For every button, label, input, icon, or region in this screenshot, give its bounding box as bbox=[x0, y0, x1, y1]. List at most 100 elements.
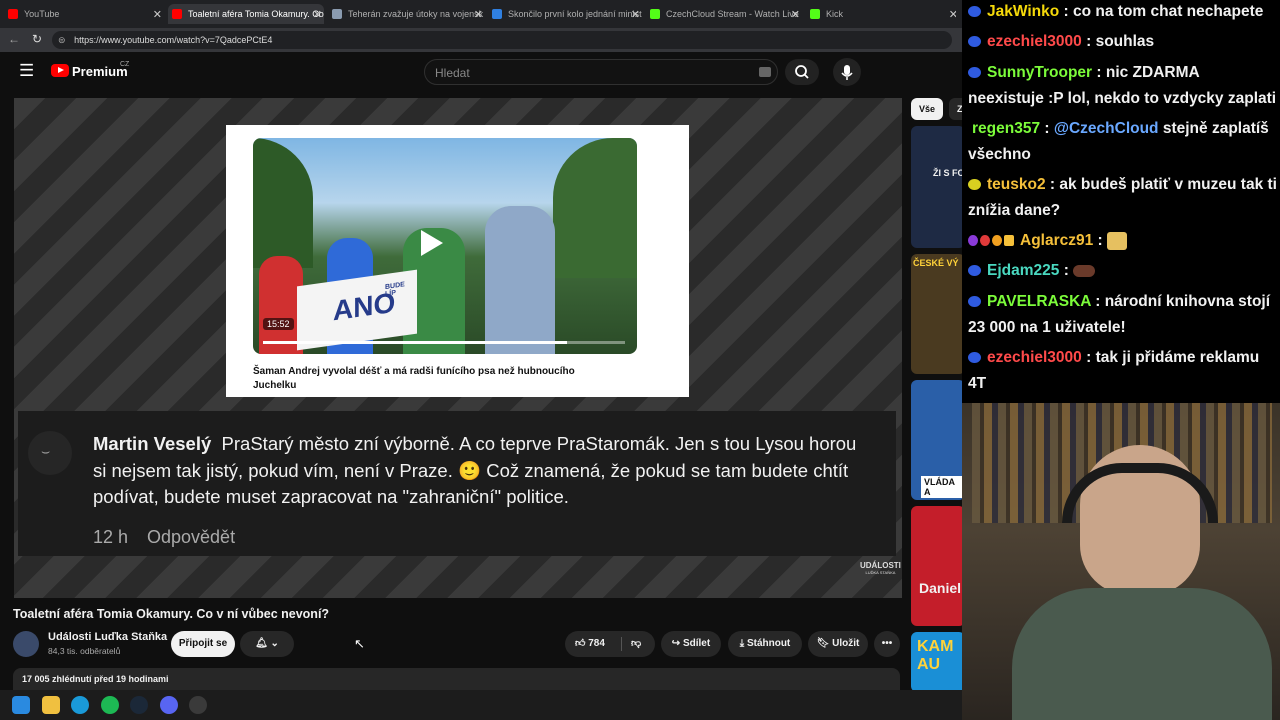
app-icon[interactable] bbox=[189, 696, 207, 714]
news-icon bbox=[492, 9, 502, 19]
subscriber-count: 84,3 tis. odběratelů bbox=[48, 646, 121, 656]
tab-news-teheran[interactable]: Teherán zvažuje útoky na vojensk ✕ bbox=[328, 4, 485, 24]
recommended-video-thumbnail[interactable]: ŽI S FO bbox=[911, 126, 962, 248]
microphone-icon bbox=[841, 65, 853, 80]
notifications-button[interactable]: 🔔︎ ⌄ bbox=[240, 631, 294, 657]
kick-icon bbox=[810, 9, 820, 19]
keyboard-icon[interactable] bbox=[759, 67, 771, 77]
badge-icon bbox=[980, 235, 990, 247]
menu-icon[interactable]: ☰ bbox=[19, 61, 34, 81]
recommended-video-thumbnail[interactable]: Daniel bbox=[911, 506, 962, 626]
tab-active-video[interactable]: Toaletní aféra Tomia Okamury. Co ✕ bbox=[168, 4, 324, 24]
avatar: ⌣ bbox=[28, 431, 72, 475]
youtube-header: ☰ Premium CZ Hledat bbox=[0, 52, 962, 92]
video-title: Toaletní aféra Tomia Okamury. Co v ní vů… bbox=[13, 607, 330, 621]
join-button[interactable]: Připojit se bbox=[171, 631, 235, 657]
progress-fill bbox=[263, 341, 568, 344]
spotify-icon[interactable] bbox=[101, 696, 119, 714]
chat-message: ezechiel3000 : souhlas bbox=[968, 29, 1278, 55]
youtube-icon bbox=[172, 9, 182, 19]
youtube-logo-icon[interactable] bbox=[51, 64, 69, 77]
sub-badge-icon bbox=[968, 179, 981, 191]
close-icon[interactable]: ✕ bbox=[791, 8, 800, 21]
duration-badge: 15:52 bbox=[263, 318, 294, 330]
like-count[interactable]: 784 bbox=[588, 638, 605, 649]
video-card: ANO BUDE LÍP 15:52 Šaman Andrej vyvolal … bbox=[226, 125, 689, 397]
reload-icon[interactable]: ↻ bbox=[32, 32, 42, 46]
share-button[interactable]: ↪ Sdílet bbox=[661, 631, 721, 657]
sub-badge-icon bbox=[968, 296, 981, 308]
chat-message: JakWinko : co na tom chat nechapete bbox=[968, 0, 1278, 25]
search-icon bbox=[795, 65, 809, 79]
save-button[interactable]: 🔖︎ Uložit bbox=[808, 631, 868, 657]
windows-start-icon[interactable] bbox=[12, 696, 30, 714]
chevron-down-icon: ⌄ bbox=[270, 638, 279, 649]
kick-icon bbox=[650, 9, 660, 19]
tab-youtube[interactable]: YouTube ✕ bbox=[4, 4, 164, 24]
channel-name[interactable]: Události Luďka Staňka bbox=[48, 631, 167, 643]
address-bar: ← ↻ ⊜ https://www.youtube.com/watch?v=7Q… bbox=[0, 28, 962, 52]
channel-avatar[interactable] bbox=[13, 631, 39, 657]
voice-search-button[interactable] bbox=[833, 58, 861, 86]
recommended-video-thumbnail[interactable]: KAM AU bbox=[911, 632, 962, 692]
sub-badge-icon bbox=[968, 6, 981, 18]
news-icon bbox=[332, 9, 342, 19]
video-thumbnail[interactable]: ANO BUDE LÍP 15:52 bbox=[253, 138, 637, 354]
search-button[interactable] bbox=[785, 59, 819, 85]
badge-icon bbox=[992, 235, 1002, 247]
share-icon: ↪ bbox=[671, 638, 681, 649]
steam-icon[interactable] bbox=[130, 696, 148, 714]
thumbs-up-icon[interactable]: 👍︎ bbox=[575, 638, 585, 649]
close-icon[interactable]: ✕ bbox=[153, 8, 162, 21]
sub-badge-icon bbox=[968, 67, 981, 79]
search-input[interactable]: Hledat bbox=[424, 59, 778, 85]
tab-czechcloud[interactable]: CzechCloud Stream - Watch Live ✕ bbox=[646, 4, 802, 24]
sub-badge-icon bbox=[968, 352, 981, 364]
crown-icon bbox=[1004, 235, 1014, 247]
comment-body: Martin Veselý PraStarý město zní výborně… bbox=[93, 431, 873, 511]
description-box[interactable]: 17 005 zhlédnutí před 19 hodinami bbox=[13, 668, 900, 690]
thumbs-down-icon[interactable]: 👎︎ bbox=[631, 631, 641, 657]
emoji-icon: 🙂 bbox=[458, 459, 482, 481]
bell-icon: 🔔︎ bbox=[255, 638, 268, 649]
site-info-icon[interactable]: ⊜ bbox=[58, 35, 66, 45]
recommended-video-thumbnail[interactable]: ČESKÉ VÝ bbox=[911, 254, 962, 374]
tree-shape bbox=[553, 138, 637, 278]
chat-message: ezechiel3000 : tak ji přidáme reklamu 4T bbox=[968, 349, 1260, 392]
chat-message: Aglarcz91 : bbox=[968, 228, 1278, 254]
mouse-cursor-icon: ↖ bbox=[354, 636, 365, 651]
download-button[interactable]: ⤓ Stáhnout bbox=[728, 631, 802, 657]
view-count: 17 005 zhlédnutí před 19 hodinami bbox=[22, 674, 169, 684]
edge-browser-icon[interactable] bbox=[71, 696, 89, 714]
comment-author: Martin Veselý bbox=[93, 433, 212, 454]
tab-news-jednani[interactable]: Skončilo první kolo jednání minist ✕ bbox=[488, 4, 642, 24]
video-player[interactable]: ANO BUDE LÍP 15:52 Šaman Andrej vyvolal … bbox=[14, 98, 902, 598]
recommended-video-thumbnail[interactable]: VLÁDA A bbox=[911, 380, 962, 500]
reply-button[interactable]: Odpovědět bbox=[147, 527, 235, 548]
close-icon[interactable]: ✕ bbox=[313, 8, 322, 21]
back-icon[interactable]: ← bbox=[8, 32, 20, 46]
tree-shape bbox=[253, 138, 313, 268]
close-icon[interactable]: ✕ bbox=[949, 8, 956, 21]
stream-chat: JakWinko : co na tom chat nechapete ezec… bbox=[962, 0, 1280, 403]
chip-all[interactable]: Vše bbox=[911, 98, 943, 120]
chip-other[interactable]: Z bbox=[949, 98, 962, 120]
chat-message: regen357 : @CzechCloud stejně zaplatíš v… bbox=[968, 120, 1269, 163]
streamer-webcam bbox=[962, 403, 1280, 720]
progress-track[interactable] bbox=[263, 341, 625, 344]
browser-tab-bar: YouTube ✕ Toaletní aféra Tomia Okamury. C… bbox=[0, 0, 962, 28]
party-banner: ANO BUDE LÍP bbox=[297, 269, 417, 351]
more-icon: ••• bbox=[881, 638, 893, 649]
region-label: CZ bbox=[120, 61, 130, 68]
tab-kick[interactable]: Kick ✕ bbox=[806, 4, 956, 24]
close-icon[interactable]: ✕ bbox=[631, 8, 640, 21]
play-icon[interactable] bbox=[421, 230, 443, 256]
bookmark-icon: 🔖︎ bbox=[816, 638, 830, 649]
url-field[interactable]: ⊜ https://www.youtube.com/watch?v=7Qadce… bbox=[52, 31, 952, 49]
file-explorer-icon[interactable] bbox=[42, 696, 60, 714]
sub-badge-icon bbox=[968, 36, 981, 48]
person-figure bbox=[485, 206, 555, 354]
close-icon[interactable]: ✕ bbox=[474, 8, 483, 21]
more-actions-button[interactable]: ••• bbox=[874, 631, 900, 657]
discord-icon[interactable] bbox=[160, 696, 178, 714]
